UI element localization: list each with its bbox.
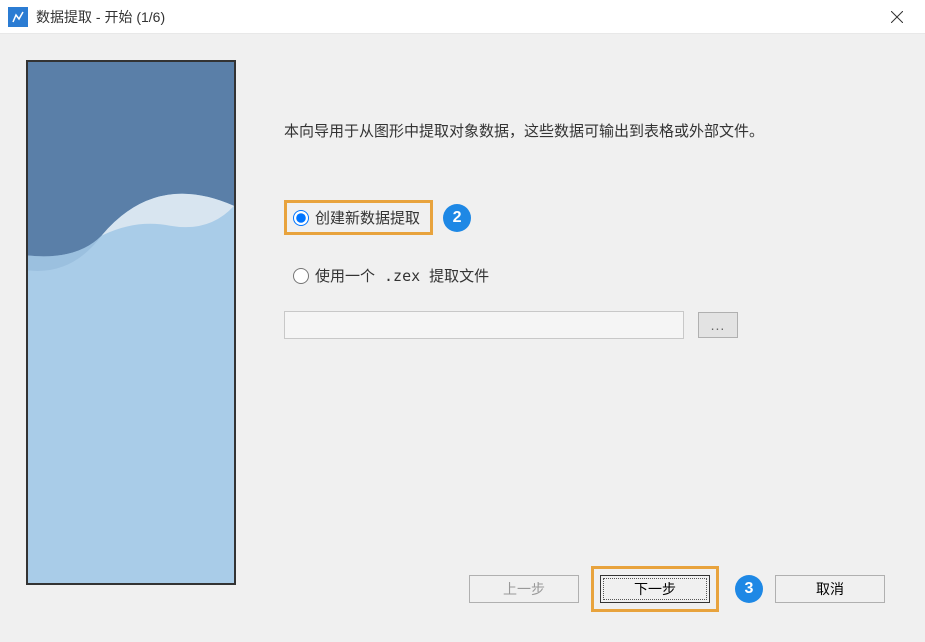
preview-panel <box>26 60 236 585</box>
next-button[interactable]: 下一步 <box>600 575 710 603</box>
main-area: 本向导用于从图形中提取对象数据，这些数据可输出到表格或外部文件。 创建新数据提取… <box>284 60 885 622</box>
file-input-row: ... <box>284 311 885 339</box>
radio-create-new-label[interactable]: 创建新数据提取 <box>315 207 420 228</box>
titlebar: 数据提取 - 开始 (1/6) <box>0 0 925 34</box>
radio-use-existing[interactable] <box>293 268 309 284</box>
wizard-button-row: 上一步 下一步 3 取消 <box>469 566 885 612</box>
browse-button[interactable]: ... <box>698 312 738 338</box>
annotation-badge-3: 3 <box>735 575 763 603</box>
radio-group: 创建新数据提取 2 使用一个 .zex 提取文件 ... <box>284 200 885 339</box>
highlight-box-2: 创建新数据提取 <box>284 200 433 235</box>
wizard-description: 本向导用于从图形中提取对象数据，这些数据可输出到表格或外部文件。 <box>284 120 885 144</box>
page-curl-graphic <box>28 62 234 583</box>
annotation-badge-2: 2 <box>443 204 471 232</box>
close-button[interactable] <box>877 0 917 34</box>
radio-use-existing-label[interactable]: 使用一个 .zex 提取文件 <box>315 265 489 286</box>
cancel-button[interactable]: 取消 <box>775 575 885 603</box>
radio-create-new[interactable] <box>293 210 309 226</box>
option-create-new-row: 创建新数据提取 2 <box>284 200 885 235</box>
app-icon <box>8 7 28 27</box>
file-path-input[interactable] <box>284 311 684 339</box>
prev-button[interactable]: 上一步 <box>469 575 579 603</box>
window-title: 数据提取 - 开始 (1/6) <box>36 7 877 27</box>
highlight-box-3: 下一步 <box>591 566 719 612</box>
option-use-existing-row: 使用一个 .zex 提取文件 ... <box>284 265 885 339</box>
content-area: 本向导用于从图形中提取对象数据，这些数据可输出到表格或外部文件。 创建新数据提取… <box>0 34 925 642</box>
